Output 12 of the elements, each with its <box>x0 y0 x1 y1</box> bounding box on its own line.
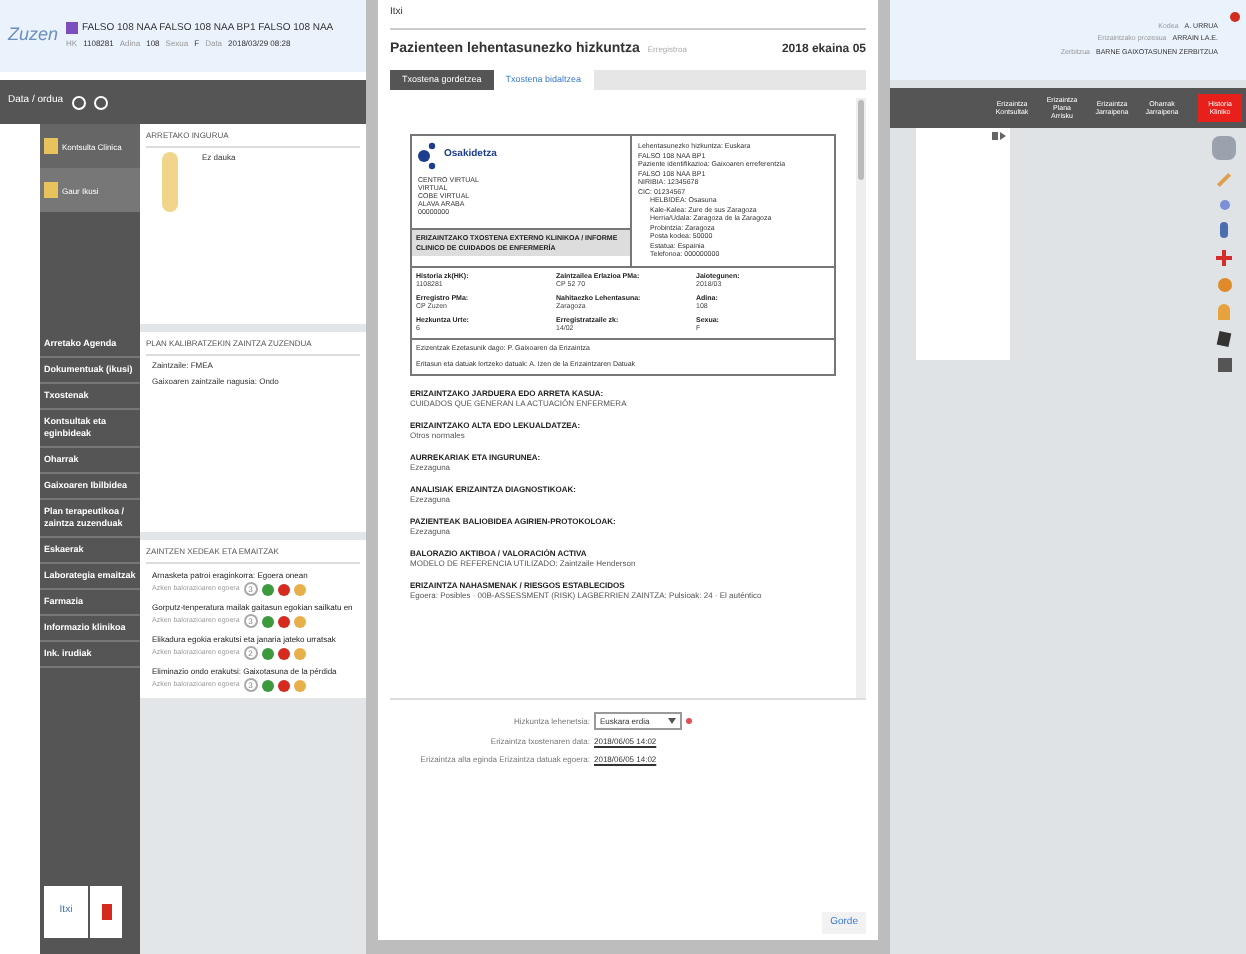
plus-icon[interactable] <box>1216 250 1232 266</box>
close-icon[interactable] <box>1230 12 1240 22</box>
body-figure-icon <box>162 152 178 212</box>
trash-icon <box>101 904 111 920</box>
app-logo: Zuzen <box>8 22 59 49</box>
caret-icon <box>668 718 676 724</box>
org-logo-icon <box>418 142 438 170</box>
patient-icon <box>66 22 79 34</box>
pagination-icon[interactable] <box>992 132 1006 140</box>
folder-icon <box>44 138 58 154</box>
folder-icon <box>44 182 58 198</box>
scrollbar-thumb[interactable] <box>858 100 864 180</box>
